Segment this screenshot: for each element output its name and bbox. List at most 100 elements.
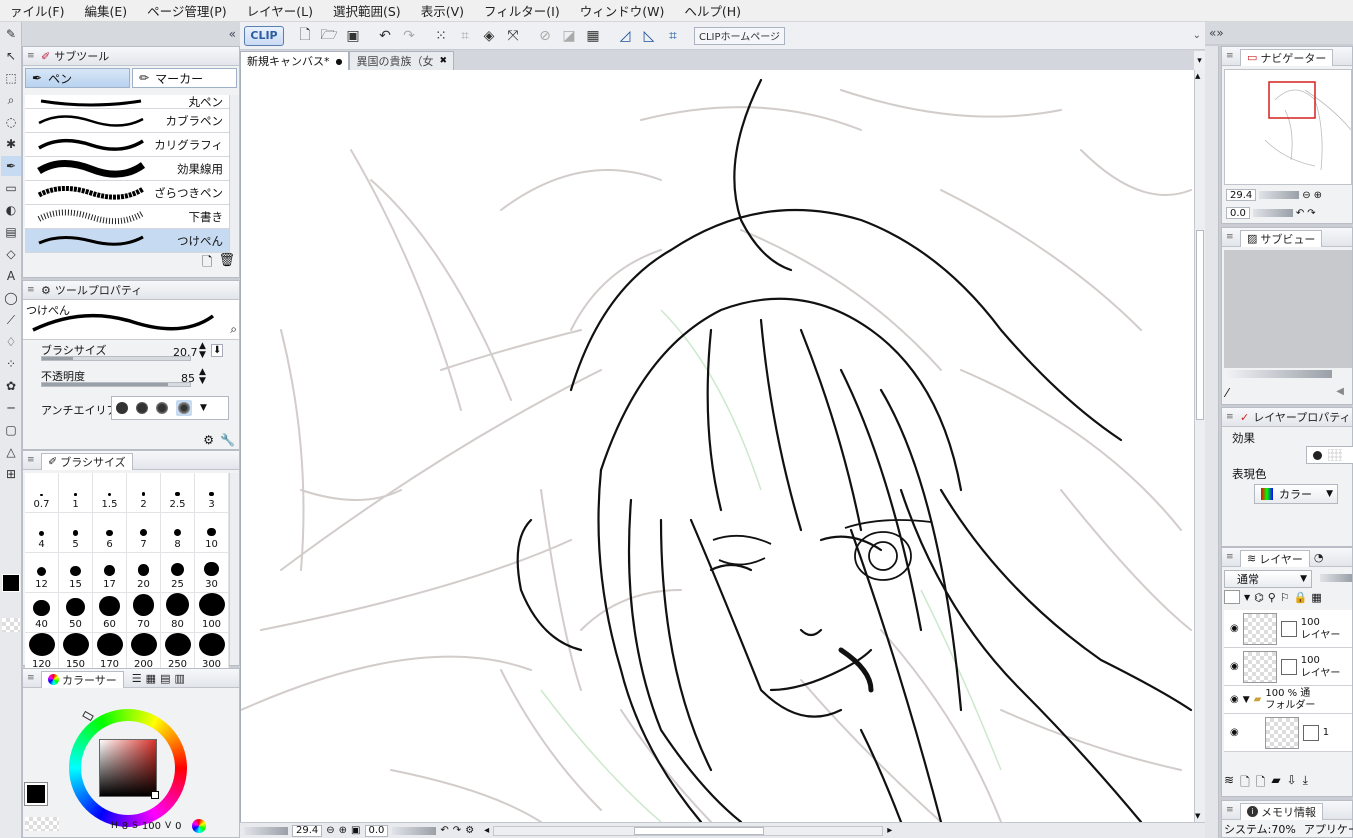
paper-color-icon[interactable] bbox=[1224, 590, 1240, 604]
collapse-right-icon[interactable]: «» bbox=[1209, 26, 1224, 40]
brush-size-cell[interactable]: 300 bbox=[195, 633, 229, 673]
antialias-weak-icon[interactable] bbox=[136, 402, 148, 414]
brush-item-effect-line[interactable]: 効果線用 bbox=[25, 157, 229, 181]
blend-tool-icon[interactable]: ♢ bbox=[1, 332, 21, 352]
chevron-down-icon[interactable]: ⌄ bbox=[1193, 30, 1201, 41]
modified-dot-icon[interactable]: ● bbox=[336, 57, 343, 66]
tab-menu-icon[interactable]: ▾ bbox=[1194, 51, 1205, 70]
hue-ring[interactable] bbox=[69, 709, 187, 827]
brush-size-cell[interactable]: 3 bbox=[195, 473, 229, 513]
snap-grid-icon[interactable]: ▦ bbox=[582, 25, 604, 47]
brush-size-cell[interactable]: 25 bbox=[161, 553, 195, 593]
brush-item-tsukepen[interactable]: つけぺん bbox=[25, 229, 229, 253]
subview-area[interactable] bbox=[1224, 250, 1352, 368]
navigator-preview[interactable] bbox=[1224, 69, 1352, 185]
settings-icon[interactable]: 🔧 bbox=[220, 433, 235, 447]
grip-icon[interactable]: ≡ bbox=[1226, 552, 1236, 562]
layer-row[interactable]: ◉ 100 レイヤー bbox=[1224, 648, 1352, 686]
layer-row[interactable]: ◉ 1 bbox=[1224, 714, 1352, 752]
brush-size-cell[interactable]: 15 bbox=[59, 553, 93, 593]
eye-icon[interactable]: ◉ bbox=[1230, 727, 1239, 738]
tab-foreign-noble[interactable]: 異国の貴族（女 ✖ bbox=[349, 51, 455, 70]
brush-size-cell[interactable]: 4 bbox=[25, 513, 59, 553]
nav-angle-value[interactable]: 0.0 bbox=[1226, 207, 1250, 219]
transfer-down-icon[interactable]: ⇩ bbox=[1287, 773, 1297, 794]
brush-size-cell[interactable]: 17 bbox=[93, 553, 127, 593]
opacity-slider[interactable] bbox=[41, 382, 191, 387]
zoom-out-icon[interactable]: ⊖ bbox=[326, 825, 334, 836]
brush-size-cell[interactable]: 120 bbox=[25, 633, 59, 673]
grip-icon[interactable]: ≡ bbox=[27, 51, 37, 61]
sv-cursor[interactable] bbox=[151, 791, 159, 799]
eye-icon[interactable]: ◉ bbox=[1230, 661, 1239, 672]
menu-edit[interactable]: 編集(E) bbox=[74, 1, 137, 20]
antialias-none-icon[interactable] bbox=[116, 402, 128, 414]
brush-size-cell[interactable]: 10 bbox=[195, 513, 229, 553]
blend-mode-select[interactable]: 通常 ▼ bbox=[1224, 570, 1312, 588]
brush-size-cell[interactable]: 80 bbox=[161, 593, 195, 633]
nav-zoom-value[interactable]: 29.4 bbox=[1226, 189, 1257, 201]
angle-slider[interactable] bbox=[392, 826, 437, 835]
zoom-in-icon[interactable]: ⊕ bbox=[339, 825, 347, 836]
meminfo-tab[interactable]: i メモリ情報 bbox=[1240, 802, 1323, 820]
eye-icon[interactable]: ◉ bbox=[1230, 694, 1239, 705]
lock-icon[interactable]: 🔒 bbox=[1294, 591, 1308, 604]
layer-opacity-slider[interactable] bbox=[1320, 574, 1352, 582]
brush-size-cell[interactable]: 0.7 bbox=[25, 473, 59, 513]
brushsize-tab[interactable]: ✐ ブラシサイズ bbox=[41, 452, 133, 470]
saturation-value-square[interactable] bbox=[99, 739, 157, 797]
rotate-right-icon[interactable]: ↷ bbox=[453, 825, 461, 836]
line-tool-icon[interactable]: ─ bbox=[1, 398, 21, 418]
collapse-left-icon[interactable]: « bbox=[229, 27, 236, 41]
clip-logo[interactable]: CLIP bbox=[244, 25, 284, 46]
main-color-chip[interactable] bbox=[24, 782, 48, 806]
canvas[interactable] bbox=[240, 70, 1194, 822]
crop-icon[interactable]: ⌗ bbox=[454, 25, 476, 47]
new-raster-layer-icon[interactable]: 🗋 bbox=[1240, 773, 1250, 794]
layer-mask-icon[interactable] bbox=[1280, 658, 1297, 675]
chevron-down-icon[interactable]: ▼ bbox=[1244, 593, 1250, 602]
nav-angle-slider[interactable] bbox=[1252, 209, 1293, 217]
decoration-tool-icon[interactable]: ✿ bbox=[1, 376, 21, 396]
grip-icon[interactable]: ≡ bbox=[1226, 805, 1236, 815]
animation-tab-icon[interactable]: ◔ bbox=[1314, 551, 1324, 564]
scroll-right-icon[interactable]: ▸ bbox=[887, 825, 892, 836]
brush-size-cell[interactable]: 60 bbox=[93, 593, 127, 633]
zoom-value[interactable]: 29.4 bbox=[292, 824, 323, 837]
gradient-tool-icon[interactable]: ▤ bbox=[1, 222, 21, 242]
brush-size-cell[interactable]: 170 bbox=[93, 633, 127, 673]
brush-size-cell[interactable]: 40 bbox=[25, 593, 59, 633]
correct-tool-icon[interactable]: △ bbox=[1, 442, 21, 462]
reset-icon[interactable]: ⚙ bbox=[203, 433, 214, 447]
fit-icon[interactable]: ▣ bbox=[351, 825, 360, 836]
brush-size-cell[interactable]: 30 bbox=[195, 553, 229, 593]
expression-color-select[interactable]: カラー ▼ bbox=[1254, 484, 1338, 504]
figure-tool-icon[interactable]: ◇ bbox=[1, 244, 21, 264]
reset-rotation-icon[interactable]: ⚙ bbox=[465, 825, 474, 836]
navigator-viewport[interactable] bbox=[1268, 81, 1316, 119]
chevron-down-icon[interactable]: ▼ bbox=[200, 403, 207, 413]
ruler-tool-icon[interactable]: ⟋ bbox=[1, 310, 21, 330]
canvas-vertical-scrollbar[interactable]: ▲ ▼ bbox=[1194, 70, 1205, 822]
grip-icon[interactable]: ≡ bbox=[27, 285, 37, 295]
select-all-icon[interactable]: ⁙ bbox=[430, 25, 452, 47]
grip-icon[interactable]: ≡ bbox=[1226, 412, 1236, 422]
menu-selection[interactable]: 選択範囲(S) bbox=[323, 1, 411, 20]
layer-tab[interactable]: ≋ レイヤー bbox=[1240, 549, 1310, 567]
antialias-mid-icon[interactable] bbox=[156, 402, 168, 414]
brush-size-value[interactable]: 20.7 bbox=[173, 346, 198, 359]
frame-tool-icon[interactable]: ▢ bbox=[1, 420, 21, 440]
opacity-value[interactable]: 85 bbox=[181, 372, 195, 385]
layer-mask-icon[interactable] bbox=[1280, 620, 1297, 637]
intermediate-color-tab-icon[interactable]: ▤ bbox=[160, 672, 170, 685]
color-mode-icon[interactable] bbox=[191, 819, 206, 833]
tool-icon-extra[interactable]: ⊞ bbox=[1, 464, 21, 484]
brush-list-scrollbar[interactable] bbox=[229, 95, 239, 255]
layer-new-icon[interactable]: ≋ bbox=[1224, 773, 1234, 794]
open-file-icon[interactable]: 🗁 bbox=[318, 25, 340, 47]
wand-tool-icon[interactable]: ✱ bbox=[1, 134, 21, 154]
menu-window[interactable]: ウィンドウ(W) bbox=[570, 1, 675, 20]
brush-item-kabura[interactable]: カブラペン bbox=[25, 109, 229, 133]
zoom-out-icon[interactable]: ⊖ bbox=[1302, 190, 1310, 201]
layer-folder-row[interactable]: ◉ ▼ ▰ 100 % 通 フォルダー bbox=[1224, 686, 1352, 714]
